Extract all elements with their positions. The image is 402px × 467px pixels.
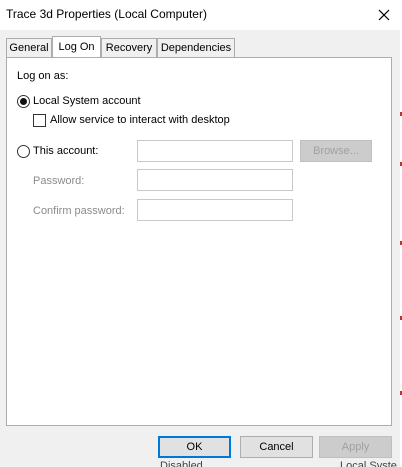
tab-log-on[interactable]: Log On — [52, 36, 101, 57]
tab-general[interactable]: General — [6, 38, 52, 57]
close-button[interactable] — [368, 2, 400, 28]
this-account-radio[interactable] — [17, 145, 30, 158]
password-field[interactable] — [137, 169, 293, 191]
apply-button[interactable]: Apply — [319, 436, 392, 458]
confirm-password-field[interactable] — [137, 199, 293, 221]
tab-dependencies-label: Dependencies — [160, 42, 232, 54]
local-system-label[interactable]: Local System account — [33, 95, 141, 107]
interact-desktop-label[interactable]: Allow service to interact with desktop — [50, 114, 230, 126]
background-startup-type: Disabled — [160, 460, 203, 467]
browse-button[interactable]: Browse... — [300, 140, 372, 162]
tab-recovery-label: Recovery — [105, 42, 153, 54]
interact-desktop-checkbox[interactable] — [33, 114, 46, 127]
tab-dependencies[interactable]: Dependencies — [157, 38, 235, 57]
account-name-field[interactable] — [137, 140, 293, 162]
radio-selected-dot — [20, 98, 27, 105]
password-label: Password: — [33, 175, 85, 187]
log-on-as-heading: Log on as: — [17, 70, 69, 82]
background-logon-as: Local Syste — [340, 460, 397, 467]
local-system-radio[interactable] — [17, 95, 30, 108]
tab-log-on-label: Log On — [58, 41, 95, 53]
confirm-password-label: Confirm password: — [33, 205, 125, 217]
window-title: Trace 3d Properties (Local Computer) — [6, 7, 207, 21]
this-account-label[interactable]: This account: — [33, 145, 98, 157]
title-bar[interactable]: Trace 3d Properties (Local Computer) — [0, 0, 400, 30]
tab-recovery[interactable]: Recovery — [101, 38, 157, 57]
ok-button[interactable]: OK — [158, 436, 231, 458]
close-icon — [378, 9, 390, 21]
log-on-panel — [6, 57, 392, 426]
cancel-button[interactable]: Cancel — [240, 436, 313, 458]
tab-general-label: General — [9, 42, 49, 54]
